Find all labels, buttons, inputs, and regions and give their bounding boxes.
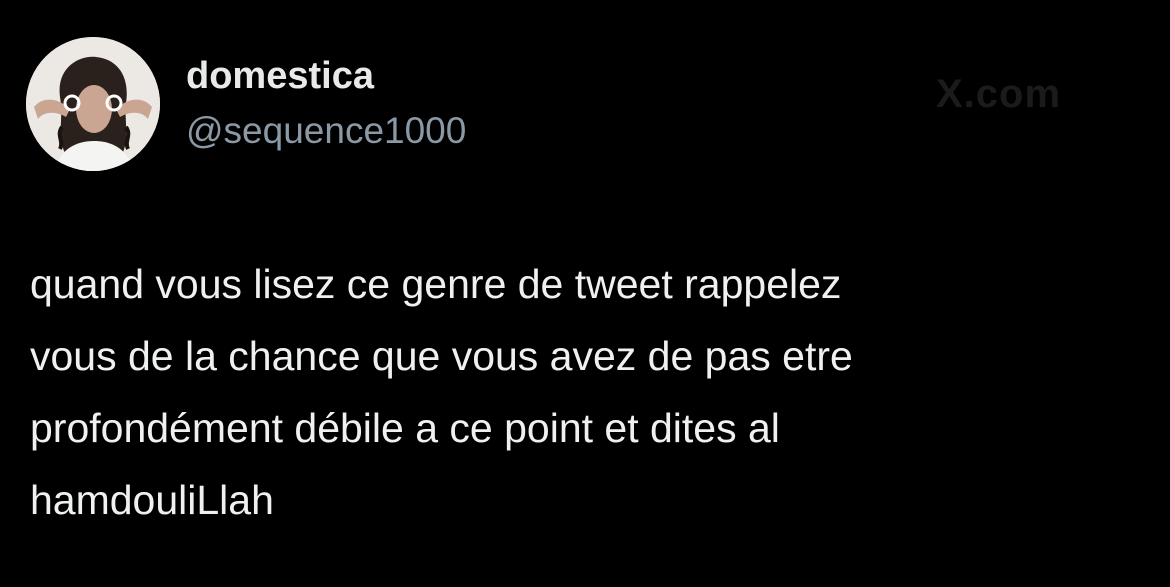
tweet-text: quand vous lisez ce genre de tweet rappe…: [30, 261, 853, 523]
user-handle[interactable]: @sequence1000: [186, 109, 466, 153]
avatar[interactable]: [26, 37, 160, 171]
display-name[interactable]: domestica: [186, 53, 374, 99]
tweet-card: domestica @sequence1000 X.com quand vous…: [0, 0, 1170, 587]
x-watermark-logo: X.com: [936, 72, 1062, 116]
profile-photo: [26, 37, 160, 171]
